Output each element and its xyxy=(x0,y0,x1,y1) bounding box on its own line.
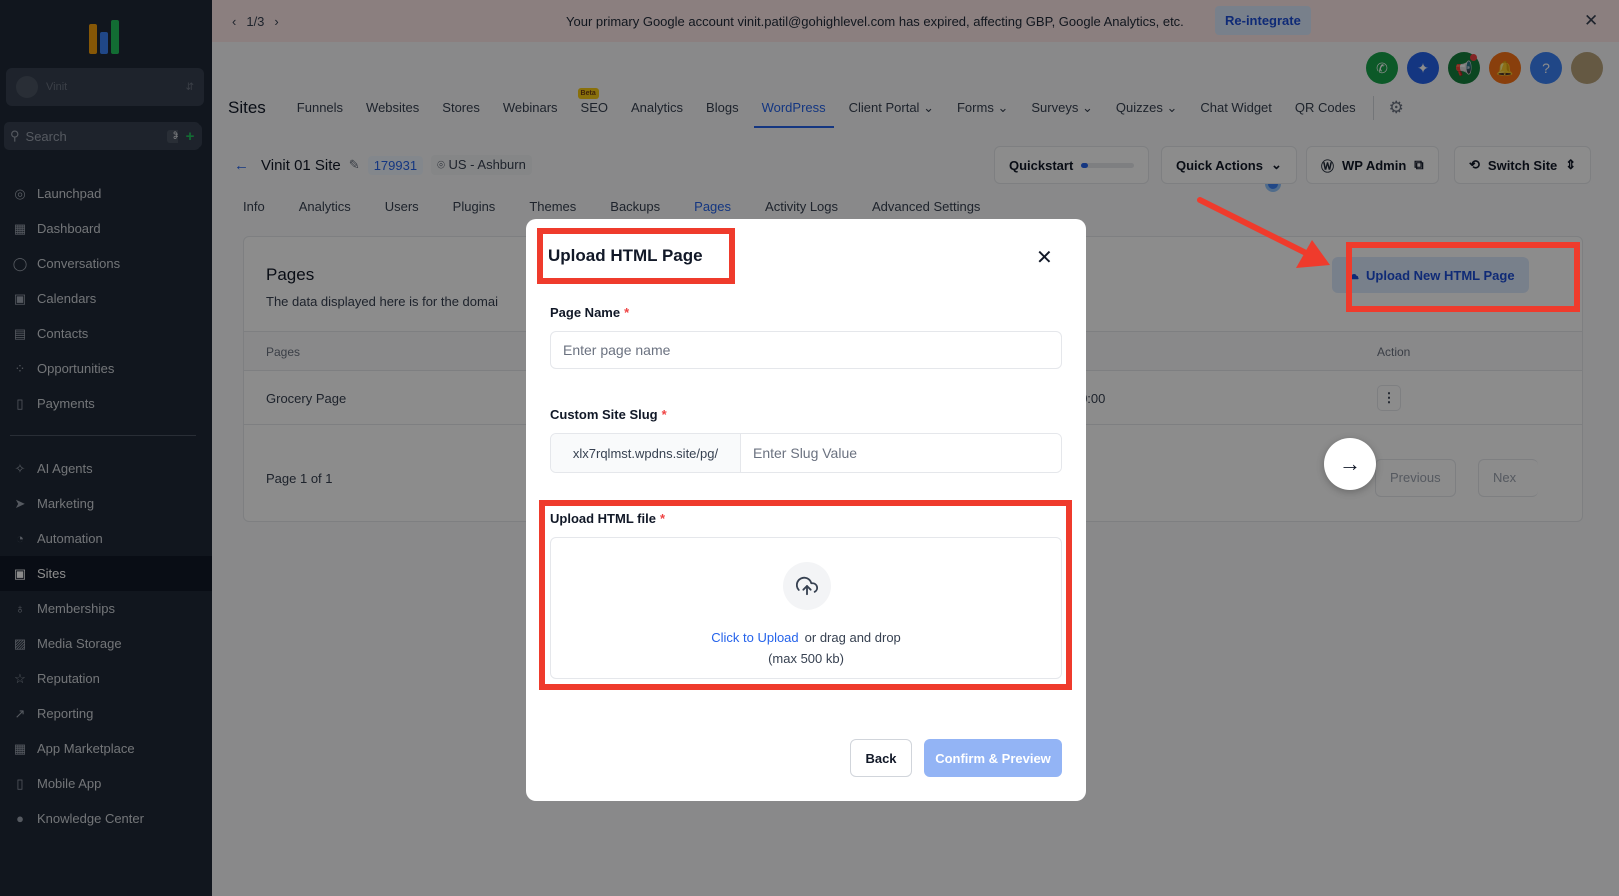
confirm-preview-button[interactable]: Confirm & Preview xyxy=(924,739,1062,777)
close-icon[interactable]: ✕ xyxy=(1036,245,1053,270)
back-button[interactable]: Back xyxy=(850,739,912,777)
custom-slug-label-text: Custom Site Slug xyxy=(550,407,658,422)
annotation-upload-highlight xyxy=(539,500,1072,690)
page-name-input[interactable] xyxy=(550,331,1062,369)
annotation-upload-button-highlight xyxy=(1346,242,1580,312)
slug-prefix: xlx7rqlmst.wpdns.site/pg/ xyxy=(551,434,741,472)
custom-slug-label: Custom Site Slug * xyxy=(550,407,667,422)
annotation-title-highlight xyxy=(537,228,735,284)
annotation-arrow xyxy=(1197,197,1330,268)
required-mark: * xyxy=(624,305,630,320)
arrow-right-icon[interactable]: → xyxy=(1324,438,1376,490)
page-name-label: Page Name * xyxy=(550,305,629,320)
page-name-label-text: Page Name xyxy=(550,305,621,320)
required-mark: * xyxy=(661,407,667,422)
slug-field: xlx7rqlmst.wpdns.site/pg/ xyxy=(550,433,1062,473)
slug-input[interactable] xyxy=(741,434,1061,472)
